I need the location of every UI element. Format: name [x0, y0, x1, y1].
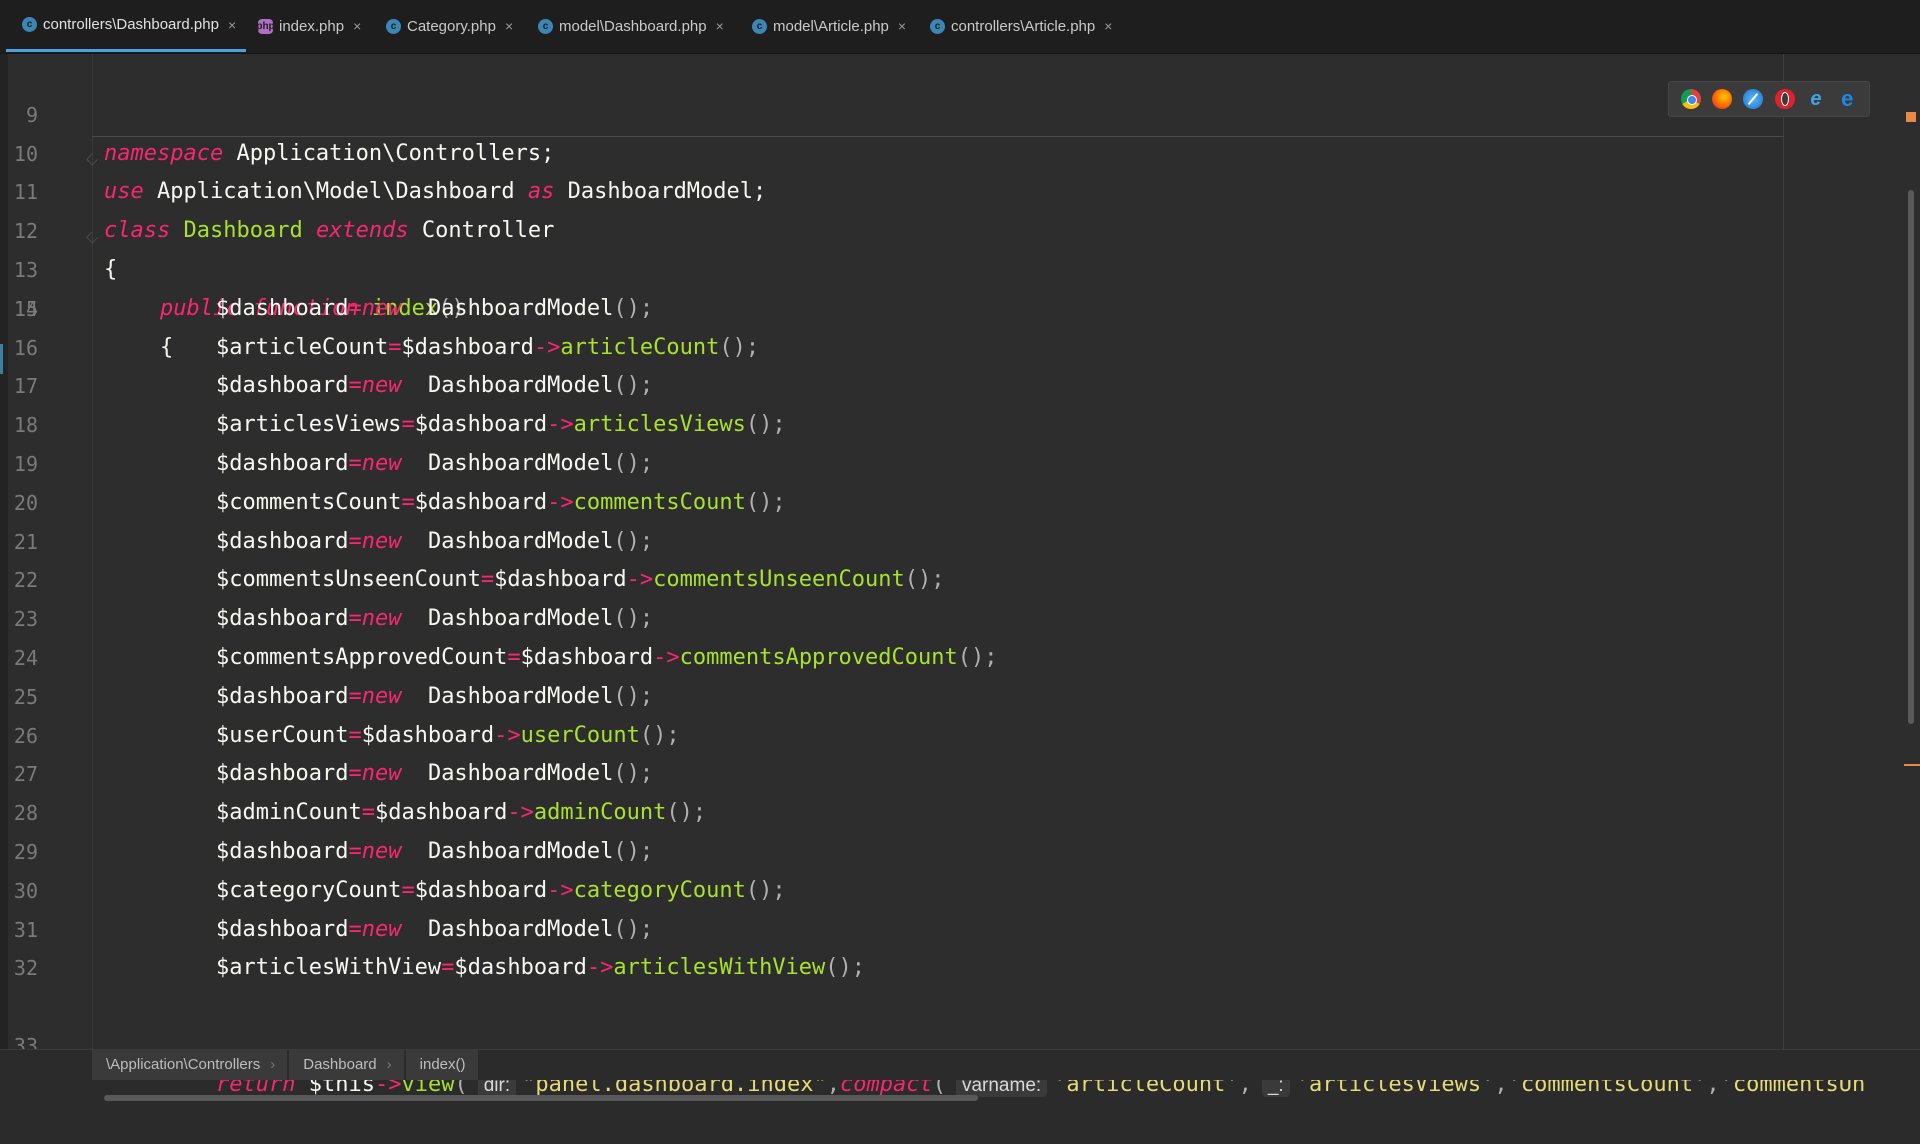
warning-marker[interactable] [1904, 764, 1920, 766]
line-number: 26 [13, 723, 38, 748]
php-class-icon: c [538, 18, 553, 34]
line-number: 20 [13, 490, 38, 515]
breadcrumb: \Application\Controllers › Dashboard › ind… [92, 1050, 480, 1080]
line-number: 19 [13, 452, 38, 476]
code-text: use Application\Model\Dashboard as Dashb… [104, 179, 767, 205]
tab-controllers-dashboard[interactable]: c controllers\Dashboard.php × [6, 0, 246, 52]
tab-label: Category.php [407, 17, 496, 35]
php-class-icon: c [752, 18, 767, 34]
tab-category[interactable]: c Category.php × [370, 0, 522, 52]
tab-label: model\Article.php [773, 17, 889, 35]
code-text: $commentsUnseenCount=$dashboard->comment… [216, 567, 945, 593]
code-editor[interactable]: 9 namespace Application\Controllers; 10 … [0, 54, 1920, 1101]
php-class-icon: c [386, 18, 401, 34]
close-icon[interactable]: × [505, 18, 513, 34]
tab-label: controllers\Article.php [951, 17, 1096, 35]
code-text: { [160, 334, 174, 360]
code-text: $dashboard=new DashboardModel(); [216, 761, 654, 787]
line-number: 31 [13, 917, 38, 942]
close-icon[interactable]: × [898, 18, 906, 34]
line-number: 25 [13, 684, 38, 709]
code-line: 13 public function index() [0, 212, 465, 321]
right-margin-guide [1783, 54, 1784, 1049]
code-line: 10 use Application\Model\Dashboard as Da… [0, 96, 766, 205]
code-text: $dashboard=new DashboardModel(); [216, 451, 654, 476]
line-number: 28 [13, 801, 38, 826]
breadcrumb-namespace[interactable]: \Application\Controllers › [92, 1050, 288, 1080]
code-text: namespace Application\Controllers; [104, 140, 555, 166]
gutter-divider [92, 54, 93, 1049]
breadcrumb-class[interactable]: Dashboard › [289, 1050, 404, 1080]
tab-label: model\Dashboard.php [559, 17, 707, 35]
line-number: 23 [13, 607, 38, 632]
line-number: 30 [13, 878, 38, 903]
close-icon[interactable]: × [228, 17, 236, 33]
breadcrumb-bar: \Application\Controllers › Dashboard › ind… [0, 1049, 1920, 1080]
tab-model-dashboard[interactable]: c model\Dashboard.php × [522, 0, 736, 52]
code-line: 12 { [0, 173, 117, 282]
tab-model-article[interactable]: c model\Article.php × [736, 0, 932, 52]
code-text: $dashboard=new DashboardModel(); [216, 683, 654, 709]
code-text: { [104, 256, 118, 282]
code-text: $adminCount=$dashboard->adminCount(); [216, 800, 707, 826]
code-text: $categoryCount=$dashboard->categoryCount… [216, 877, 786, 903]
safari-icon[interactable] [1743, 89, 1764, 109]
code-text: class Dashboard extends Controller [104, 218, 555, 244]
firefox-icon[interactable] [1711, 89, 1732, 109]
code-text: $dashboard=new DashboardModel(); [216, 295, 654, 321]
tab-index[interactable]: php index.php × [242, 0, 370, 52]
line-number: 18 [13, 413, 38, 438]
close-icon[interactable]: × [1104, 18, 1112, 34]
editor-tab-bar: c controllers\Dashboard.php × php index.… [0, 0, 1920, 54]
line-number: 21 [13, 529, 38, 554]
code-text: $dashboard=new DashboardModel(); [216, 839, 654, 864]
tab-controllers-article[interactable]: c controllers\Article.php × [914, 0, 1134, 52]
code-text: $commentsCount=$dashboard->commentsCount… [216, 489, 786, 515]
code-text: $articlesWithView=$dashboard->articlesWi… [216, 955, 866, 981]
code-line: 11 class Dashboard extends Controller [0, 135, 554, 243]
tab-label: controllers\Dashboard.php [43, 16, 219, 33]
vertical-scrollbar-thumb[interactable] [1908, 190, 1914, 724]
error-indicator[interactable] [1906, 112, 1916, 122]
code-text: $dashboard=new DashboardModel(); [216, 606, 654, 632]
code-line: 33 return $this->view(dir: "panel.dashboa… [0, 988, 1865, 1097]
code-text: $commentsApprovedCount=$dashboard->comme… [216, 645, 998, 670]
code-text: $dashboard=new DashboardModel(); [216, 528, 654, 554]
ie-icon[interactable]: e [1806, 89, 1826, 109]
chrome-icon[interactable] [1680, 89, 1701, 109]
line-number: 15 [13, 296, 38, 321]
breadcrumb-method[interactable]: index() [405, 1050, 478, 1080]
opera-icon[interactable] [1774, 89, 1795, 109]
php-class-icon: c [930, 18, 945, 34]
close-icon[interactable]: × [353, 18, 361, 34]
line-number: 16 [13, 335, 38, 360]
line-number: 29 [13, 840, 38, 864]
php-file-icon: php [256, 18, 275, 34]
line-number: 27 [13, 762, 38, 787]
close-icon[interactable]: × [716, 18, 724, 34]
line-number: 32 [13, 956, 38, 981]
php-class-icon: c [22, 17, 37, 32]
code-line: 34 [0, 1027, 53, 1049]
code-line: 9 namespace Application\Controllers; [0, 57, 554, 166]
code-text: $articlesViews=$dashboard->articlesViews… [216, 412, 786, 438]
horizontal-scrollbar-thumb[interactable] [104, 1095, 978, 1101]
line-number: 24 [13, 646, 38, 670]
code-text: $dashboard=new DashboardModel(); [216, 373, 654, 399]
tab-label: index.php [279, 17, 345, 35]
line-number: 22 [13, 568, 38, 593]
browser-preview-toolbar: e e [1668, 81, 1870, 117]
code-line: 14 { [0, 251, 173, 360]
code-text: $articleCount=$dashboard->articleCount()… [216, 334, 760, 360]
line-number: 17 [13, 374, 38, 399]
edge-icon[interactable]: e [1837, 88, 1857, 110]
code-text: $userCount=$dashboard->userCount(); [216, 722, 680, 748]
code-text: $dashboard=new DashboardModel(); [216, 916, 654, 942]
